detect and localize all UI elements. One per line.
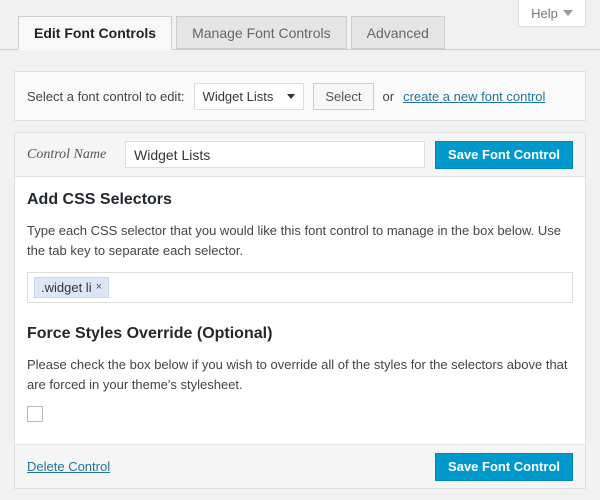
form-body: Add CSS Selectors Type each CSS selector… <box>15 177 585 444</box>
font-control-selector-panel: Select a font control to edit: Widget Li… <box>14 71 586 121</box>
save-font-control-button-bottom[interactable]: Save Font Control <box>435 452 573 481</box>
tab-edit-font-controls[interactable]: Edit Font Controls <box>18 16 173 50</box>
force-styles-override-title: Force Styles Override (Optional) <box>27 325 273 342</box>
select-button[interactable]: Select <box>313 82 374 110</box>
tab-label: Manage Font Controls <box>192 25 331 41</box>
delete-control-link[interactable]: Delete Control <box>27 459 110 474</box>
font-control-dropdown[interactable]: Widget Lists <box>193 82 305 110</box>
force-styles-override-checkbox[interactable] <box>27 406 43 422</box>
control-name-label: Control Name <box>27 146 107 162</box>
edit-font-control-form: Control Name Save Font Control Add CSS S… <box>14 132 586 489</box>
font-control-dropdown-value: Widget Lists <box>202 88 274 104</box>
select-font-control-label: Select a font control to edit: <box>27 88 185 104</box>
remove-tag-icon[interactable]: × <box>96 282 102 293</box>
add-css-selectors-title: Add CSS Selectors <box>27 191 172 208</box>
control-name-input[interactable] <box>125 141 426 168</box>
tab-manage-font-controls[interactable]: Manage Font Controls <box>176 16 347 49</box>
or-text: or <box>382 88 395 104</box>
css-selector-tag[interactable]: .widget li × <box>34 277 110 298</box>
form-header-row: Control Name Save Font Control <box>15 133 585 177</box>
tab-advanced[interactable]: Advanced <box>350 16 445 49</box>
force-styles-override-description: Please check the box below if you wish t… <box>27 357 568 392</box>
tab-label: Advanced <box>366 25 429 41</box>
tab-bar: Edit Font Controls Manage Font Controls … <box>0 14 600 50</box>
css-selectors-tag-input[interactable]: .widget li × <box>27 272 573 303</box>
form-footer-row: Delete Control Save Font Control <box>15 444 585 488</box>
css-selector-tag-label: .widget li <box>41 280 92 295</box>
save-font-control-button-top[interactable]: Save Font Control <box>435 140 573 169</box>
create-new-font-control-link[interactable]: create a new font control <box>403 89 545 104</box>
add-css-selectors-description: Type each CSS selector that you would li… <box>27 223 562 258</box>
caret-down-icon <box>287 93 296 99</box>
tab-label: Edit Font Controls <box>34 25 157 41</box>
